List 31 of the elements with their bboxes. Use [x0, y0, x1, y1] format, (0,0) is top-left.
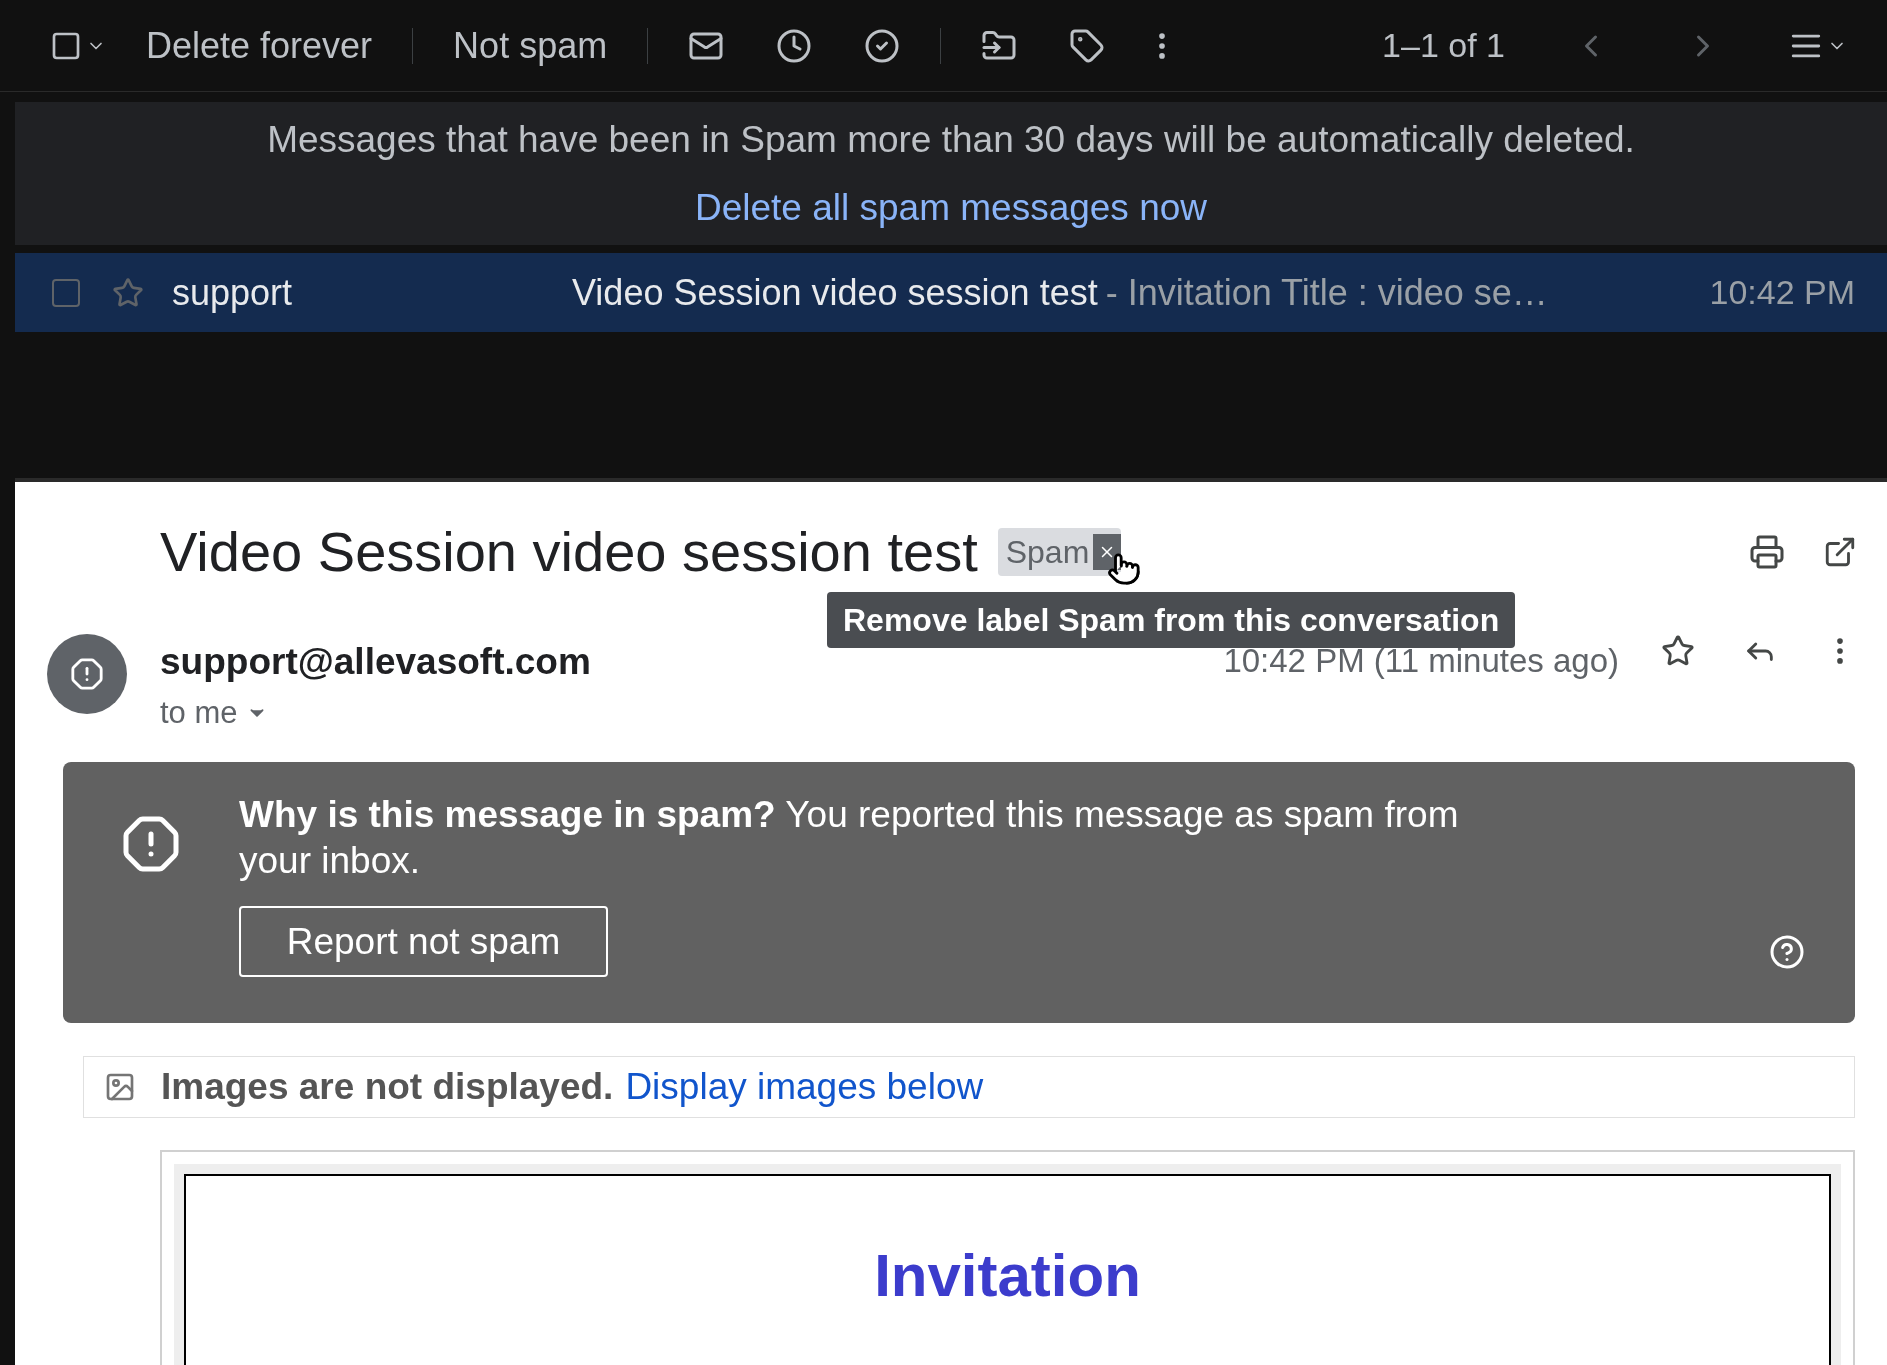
notice-text: Messages that have been in Spam more than 30 days will be automatically deleted.: [267, 118, 1635, 162]
time-text: 10:42 PM: [1709, 272, 1855, 313]
print-icon[interactable]: [1749, 534, 1785, 570]
sender-name: support: [172, 270, 294, 315]
help-icon[interactable]: [1769, 934, 1805, 970]
warning-text: Why is this message in spam? You reported this message as spam from your inbox.: [239, 793, 1460, 883]
toolbar-action[interactable]: Delete forever: [134, 18, 385, 73]
open-in-new-window-icon[interactable]: [1823, 535, 1857, 569]
toolbar-action[interactable]: Not spam: [441, 18, 620, 73]
display-images-link[interactable]: Display images below: [625, 1059, 984, 1115]
row-checkbox[interactable]: [52, 278, 80, 307]
tooltip: Remove label Spam from this conversation: [827, 592, 1516, 648]
subject-text: Video Session video session test: [572, 270, 1098, 315]
star-icon[interactable]: [112, 276, 144, 309]
recipient-dropdown[interactable]: to me: [160, 689, 591, 736]
alert-icon: [121, 814, 181, 874]
images-notice-text: Images are not displayed.: [161, 1065, 614, 1110]
image-icon: [104, 1071, 136, 1103]
sender-email: support@allevasoft.com: [160, 640, 591, 684]
pagination-text: 1–1 of 1: [1382, 25, 1505, 66]
message-subject: Video Session video session test: [160, 519, 978, 585]
report-not-spam-button[interactable]: Report not spam: [239, 906, 608, 977]
star-icon[interactable]: [1661, 634, 1695, 668]
invitation-heading: Invitation: [874, 1246, 1141, 1311]
clock-icon[interactable]: [776, 27, 813, 64]
label-icon[interactable]: [1069, 27, 1106, 64]
spam-label: Spam: [997, 528, 1122, 576]
message-row[interactable]: support Video Session video session test - Invitation Title : video se… 10:42 PM: [15, 253, 1887, 332]
hand-cursor-icon: [1107, 552, 1142, 586]
snippet-text: - Invitation Title : video se…: [1105, 270, 1548, 315]
delete-all-link[interactable]: Delete all spam messages now: [694, 179, 1208, 235]
